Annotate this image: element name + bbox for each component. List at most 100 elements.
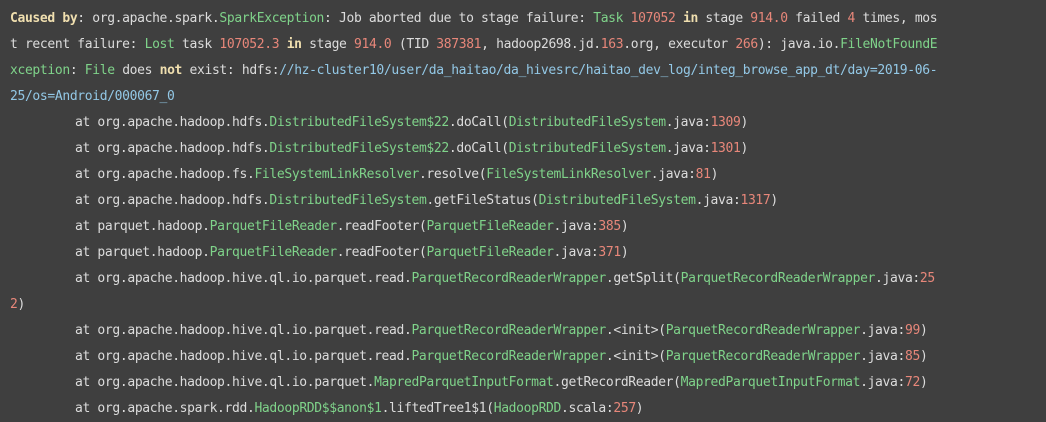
code-token: 1309 [710,115,741,130]
code-token: .java: [650,167,696,182]
code-line: at parquet.hadoop.ParquetFileReader.read… [10,240,1046,266]
code-token: ) [740,141,749,156]
code-token: MapredParquetInputFormat [680,375,861,390]
code-token: ParquetFileReader [426,219,554,234]
code-token: .java: [695,193,741,208]
code-token: 1317 [740,193,771,208]
code-token: at org.apache.hadoop.hive.ql.io.parquet.… [75,323,412,338]
code-token: .<init>( [605,323,666,338]
code-token: .java: [875,271,920,286]
code-token: 266 [735,37,758,52]
code-token: .java: [665,115,711,130]
code-token: DistributedFileSystem [508,141,666,156]
code-token: ParquetFileReader [426,245,554,260]
code-token: does [114,63,160,78]
code-token: .java: [860,349,905,364]
code-token: Caused by [10,11,78,26]
code-token: at parquet.hadoop. [75,219,210,234]
code-token: stage [301,37,355,52]
code-token: Lost [144,37,175,52]
code-token: xception [10,63,70,78]
code-line: at org.apache.hadoop.hdfs.DistributedFil… [10,136,1046,162]
code-token: ) [620,245,629,260]
code-line: at org.apache.hadoop.hive.ql.io.parquet.… [10,370,1046,396]
code-token: 72 [904,375,920,390]
code-token: .readFooter( [336,219,427,234]
code-token: .java: [860,323,905,338]
code-token: SparkException [219,11,325,26]
code-token: 81 [695,167,711,182]
code-token: ParquetRecordReaderWrapper [411,271,606,286]
code-token: .org, executor [623,37,736,52]
code-line: at org.apache.hadoop.hive.ql.io.parquet.… [10,344,1046,370]
code-token: at org.apache.hadoop.hdfs. [75,193,270,208]
code-token: DistributedFileSystem [508,115,666,130]
code-token: ) [620,219,629,234]
code-token: : org.apache.spark. [77,11,220,26]
code-line: at org.apache.hadoop.hive.ql.io.parquet.… [10,266,1046,292]
code-line: at org.apache.spark.rdd.HadoopRDD$$anon$… [10,396,1046,422]
code-token: ParquetRecordReaderWrapper [665,349,861,364]
code-token: at org.apache.hadoop.fs. [75,167,255,182]
code-token: : Job aborted due to stage failure: [324,11,594,26]
code-line: at org.apache.hadoop.hdfs.DistributedFil… [10,188,1046,214]
code-token: 1301 [710,141,741,156]
code-token: DistributedFileSystem [538,193,696,208]
code-line: at org.apache.hadoop.hive.ql.io.parquet.… [10,318,1046,344]
code-token: 385 [598,219,621,234]
code-token: Task [593,11,624,26]
code-token: 25/os=Android/000067_0 [10,89,175,104]
code-token: ParquetRecordReaderWrapper [665,323,861,338]
code-token: at org.apache.hadoop.hive.ql.io.parquet.… [75,271,412,286]
code-token: not [159,63,183,78]
code-token: ) [17,297,25,312]
code-token: ParquetFileReader [209,219,337,234]
code-token: in [286,37,302,52]
code-token: , hadoop2698.jd. [481,37,601,52]
code-token: FileSystemLinkResolver [254,167,419,182]
code-token: at org.apache.hadoop.hdfs. [75,115,270,130]
code-token: .<init>( [605,349,666,364]
code-token: (TID [391,37,437,52]
code-token: ) [635,401,644,416]
code-token: at org.apache.hadoop.hive.ql.io.parquet.… [75,349,412,364]
code-token: .java: [665,141,711,156]
code-block[interactable]: Caused by: org.apache.spark.SparkExcepti… [0,0,1046,422]
code-line: 2) [10,292,1046,318]
code-token: 107052 [630,11,676,26]
code-token: .readFooter( [336,245,427,260]
code-token: task [174,37,220,52]
code-line: xception: File does not exist: hdfs://hz… [10,58,1046,84]
code-token: 387381 [436,37,482,52]
code-token: HadoopRDD [493,401,562,416]
code-token: FileSystemLinkResolver [486,167,651,182]
code-token: 99 [904,323,920,338]
code-token: 914.0 [750,11,788,26]
code-token: .getSplit( [605,271,681,286]
code-token: 257 [613,401,636,416]
code-token: 85 [904,349,920,364]
code-token: ): java.io. [757,37,841,52]
code-token: MapredParquetInputFormat [374,375,554,390]
code-token: .java: [553,219,599,234]
code-token: DistributedFileSystem$22 [269,115,449,130]
code-token: .liftedTree1$1( [381,401,495,416]
code-token: ) [740,115,749,130]
code-token: ParquetRecordReaderWrapper [411,323,606,338]
code-token: .scala: [561,401,614,416]
code-token: DistributedFileSystem [269,193,427,208]
code-token: 107052.3 [219,37,280,52]
code-token: ) [710,167,719,182]
code-token: .getFileStatus( [426,193,539,208]
code-line: 25/os=Android/000067_0 [10,84,1046,110]
code-token: .doCall( [448,141,509,156]
code-token: ParquetRecordReaderWrapper [411,349,606,364]
code-token: stage [697,11,751,26]
code-token: exist: hdfs: [182,63,280,78]
code-line: Caused by: org.apache.spark.SparkExcepti… [10,6,1046,32]
code-token: File [84,63,115,78]
code-token: 4 [847,11,856,26]
